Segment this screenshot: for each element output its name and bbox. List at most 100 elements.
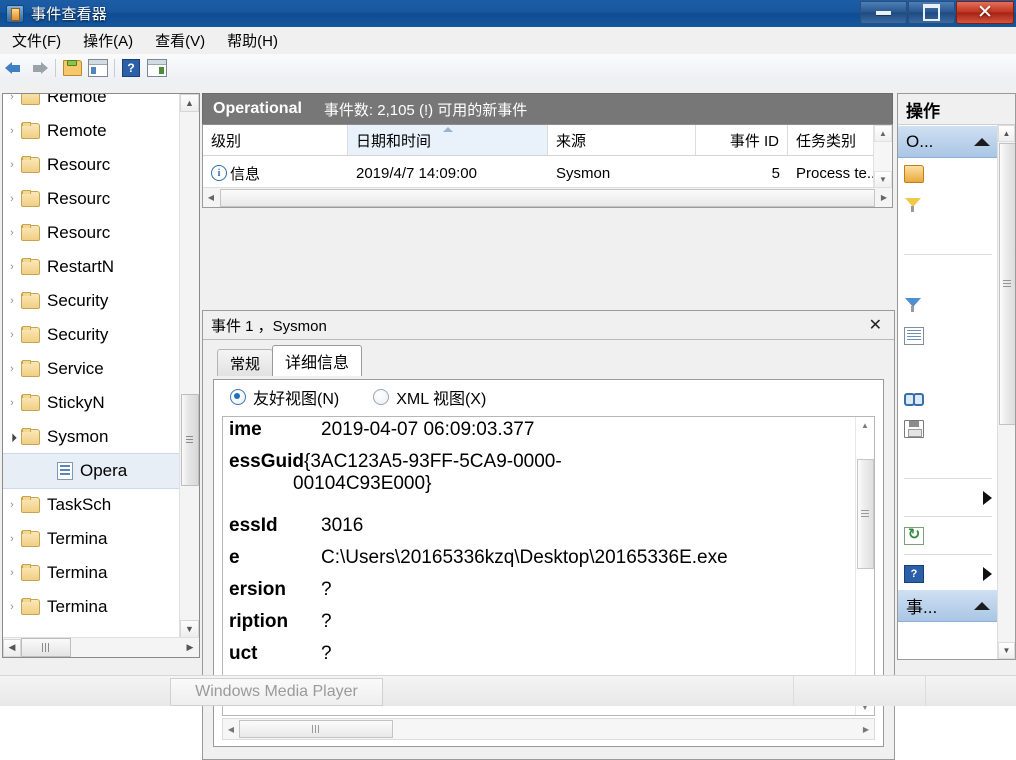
chevron-right-icon[interactable]: ›: [3, 94, 21, 103]
show-hide-action-pane-button[interactable]: [146, 57, 168, 79]
action-item[interactable]: [898, 351, 998, 382]
tree-hscroll-thumb[interactable]: [21, 638, 71, 657]
action-item[interactable]: [898, 520, 998, 551]
chevron-right-icon[interactable]: ›: [3, 567, 21, 579]
tree-scroll-left-button[interactable]: ◀: [3, 638, 21, 657]
detail-vertical-scrollbar[interactable]: ▲ ▼: [855, 417, 874, 715]
detail-scroll-thumb[interactable]: [857, 459, 874, 569]
chevron-right-icon[interactable]: ›: [3, 125, 21, 137]
chevron-right-icon[interactable]: ›: [3, 329, 21, 341]
tree-item[interactable]: › Service: [3, 352, 179, 386]
chevron-right-icon[interactable]: ›: [3, 261, 21, 273]
tree-item[interactable]: › Resourc: [3, 216, 179, 250]
action-group-header-2[interactable]: 事...: [898, 589, 998, 622]
menu-action[interactable]: 操作(A): [73, 27, 143, 54]
forward-button[interactable]: [28, 57, 50, 79]
tree-item-selected[interactable]: Opera: [3, 453, 179, 489]
radio-xml-view[interactable]: XML 视图(X): [373, 385, 486, 409]
maximize-button[interactable]: [908, 1, 955, 24]
tree-item[interactable]: › Remote: [3, 94, 179, 114]
tree-item[interactable]: › RestartN: [3, 250, 179, 284]
action-item[interactable]: [898, 444, 998, 475]
chevron-right-icon[interactable]: ›: [3, 499, 21, 511]
action-item[interactable]: ?: [898, 558, 998, 589]
back-button[interactable]: [2, 57, 24, 79]
tree-horizontal-scrollbar[interactable]: ◀ ▶: [3, 637, 199, 657]
column-header[interactable]: 来源: [548, 125, 696, 155]
action-item[interactable]: [898, 158, 998, 189]
column-header[interactable]: 事件 ID: [696, 125, 788, 155]
event-grid-horizontal-scrollbar[interactable]: ◀ ▶: [203, 187, 892, 207]
actions-vertical-scrollbar[interactable]: ▲ ▼: [997, 125, 1015, 659]
menu-help[interactable]: 帮助(H): [217, 27, 288, 54]
action-item[interactable]: [898, 220, 998, 251]
up-folder-button[interactable]: [61, 57, 83, 79]
tree-scroll-up-button[interactable]: ▲: [180, 94, 199, 112]
table-row[interactable]: i 信息 2019/4/7 14:09:00 Sysmon 5 Process te...: [203, 156, 892, 190]
action-item[interactable]: [898, 289, 998, 320]
action-item[interactable]: [898, 413, 998, 444]
chevron-down-icon[interactable]: ◢: [3, 427, 22, 446]
action-item[interactable]: [898, 258, 998, 289]
event-hscroll-right-button[interactable]: ▶: [876, 189, 892, 206]
event-hscroll-left-button[interactable]: ◀: [203, 189, 219, 206]
column-header[interactable]: 日期和时间: [348, 125, 548, 155]
tree-scroll-right-button[interactable]: ▶: [181, 639, 199, 657]
event-detail-field-list[interactable]: Nameime2019-04-07 06:09:03.377essGuid{3A…: [223, 417, 856, 715]
action-item[interactable]: [898, 382, 998, 413]
tree-item[interactable]: › Security: [3, 284, 179, 318]
event-hscroll-thumb[interactable]: [220, 188, 875, 207]
tree-item[interactable]: › Resourc: [3, 182, 179, 216]
chevron-up-icon[interactable]: [974, 137, 990, 146]
actions-scroll-thumb[interactable]: [999, 143, 1015, 425]
detail-hscroll-left-button[interactable]: ◀: [223, 720, 239, 738]
event-grid-rows[interactable]: i 信息 2019/4/7 14:09:00 Sysmon 5 Process te...: [203, 156, 892, 190]
column-header[interactable]: 任务类别: [788, 125, 878, 155]
action-group-header[interactable]: O...: [898, 125, 998, 158]
actions-scroll-up-button[interactable]: ▲: [998, 125, 1015, 142]
tree-item[interactable]: › Security: [3, 318, 179, 352]
tree-item[interactable]: › Termina: [3, 556, 179, 590]
tree-vertical-scrollbar[interactable]: ▲ ▼: [179, 94, 199, 638]
detail-hscroll-thumb[interactable]: [239, 720, 393, 738]
close-button[interactable]: ✕: [956, 1, 1014, 24]
submenu-arrow-icon[interactable]: [983, 566, 992, 581]
detail-scroll-up-button[interactable]: ▲: [856, 417, 874, 433]
detail-hscroll-right-button[interactable]: ▶: [858, 720, 874, 738]
tree-item[interactable]: › Remote: [3, 114, 179, 148]
tab-general[interactable]: 常规: [217, 349, 274, 376]
tree-scroll-down-button[interactable]: ▼: [180, 620, 199, 638]
detail-horizontal-scrollbar[interactable]: ◀ ▶: [222, 718, 875, 740]
minimize-button[interactable]: [860, 1, 907, 24]
event-grid-vertical-scrollbar[interactable]: ▲ ▼: [873, 125, 892, 188]
tree-item[interactable]: › StickyN: [3, 386, 179, 420]
taskbar-item-windows-media-player[interactable]: Windows Media Player: [170, 678, 383, 706]
console-tree[interactable]: › Remote › Remote › Resourc › Resourc › Resourc › R…: [3, 94, 179, 620]
action-item[interactable]: [898, 482, 998, 513]
chevron-right-icon[interactable]: ›: [3, 601, 21, 613]
chevron-up-icon-2[interactable]: [974, 601, 990, 610]
actions-list[interactable]: O...? 事...: [898, 125, 998, 659]
action-item[interactable]: [898, 189, 998, 220]
action-item[interactable]: [898, 320, 998, 351]
help-button[interactable]: ?: [120, 57, 142, 79]
show-hide-tree-button[interactable]: [87, 57, 109, 79]
event-scroll-up-button[interactable]: ▲: [874, 125, 892, 142]
tree-item[interactable]: ◢ Sysmon: [3, 420, 179, 454]
detail-close-icon[interactable]: ✕: [865, 315, 886, 335]
chevron-right-icon[interactable]: ›: [3, 227, 21, 239]
chevron-right-icon[interactable]: ›: [3, 295, 21, 307]
chevron-right-icon[interactable]: ›: [3, 159, 21, 171]
radio-friendly-view[interactable]: 友好视图(N): [230, 385, 339, 409]
chevron-right-icon[interactable]: ›: [3, 363, 21, 375]
chevron-right-icon[interactable]: ›: [3, 193, 21, 205]
tree-item[interactable]: › TaskSch: [3, 488, 179, 522]
tree-scroll-thumb[interactable]: [181, 394, 199, 486]
submenu-arrow-icon[interactable]: [983, 490, 992, 505]
column-header[interactable]: 级别: [203, 125, 348, 155]
chevron-right-icon[interactable]: ›: [3, 533, 21, 545]
actions-scroll-down-button[interactable]: ▼: [998, 642, 1015, 659]
tree-item[interactable]: › Resourc: [3, 148, 179, 182]
tree-item[interactable]: › Termina: [3, 522, 179, 556]
menu-view[interactable]: 查看(V): [145, 27, 215, 54]
